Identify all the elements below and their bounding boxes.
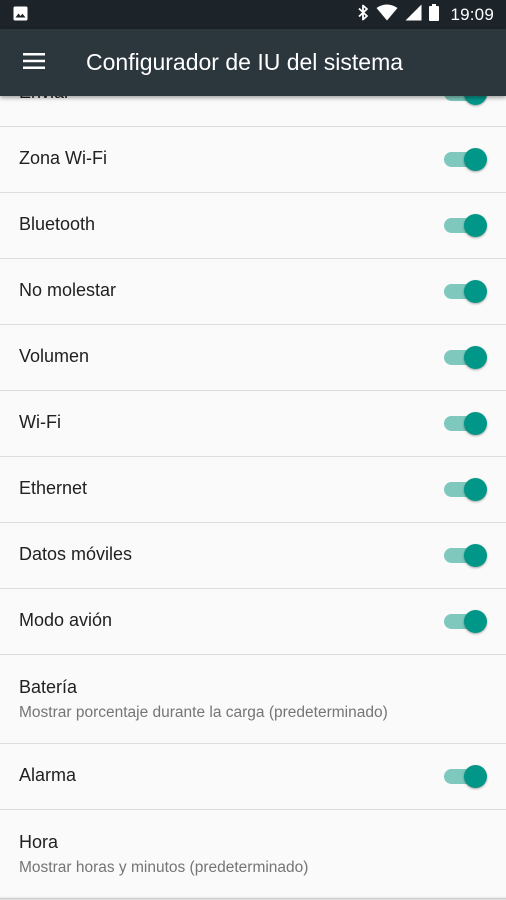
- setting-label: Enviar: [19, 96, 70, 103]
- switch-thumb: [464, 280, 487, 303]
- bluetooth-icon: [358, 4, 369, 26]
- setting-label: Datos móviles: [19, 544, 133, 564]
- setting-row-no-molestar[interactable]: No molestar: [0, 259, 506, 325]
- setting-label: Modo avión: [19, 610, 113, 630]
- setting-label: Hora: [19, 832, 59, 852]
- status-time: 19:09: [450, 4, 494, 24]
- setting-label: Ethernet: [19, 478, 88, 498]
- switch-thumb: [464, 610, 487, 633]
- toggle-switch-zona-wi-fi[interactable]: [444, 148, 487, 172]
- setting-label: Volumen: [19, 346, 90, 366]
- switch-thumb: [464, 544, 487, 567]
- image-notification-icon: [13, 6, 28, 26]
- setting-label: Batería: [19, 677, 78, 697]
- toggle-switch-ethernet[interactable]: [444, 478, 487, 502]
- toggle-switch-enviar[interactable]: [444, 96, 487, 106]
- toggle-switch-volumen[interactable]: [444, 346, 487, 370]
- setting-label: Bluetooth: [19, 214, 96, 234]
- setting-row-hora[interactable]: Hora Mostrar horas y minutos (predetermi…: [0, 810, 506, 899]
- toggle-switch-datos-moviles[interactable]: [444, 544, 487, 568]
- setting-row-wi-fi[interactable]: Wi-Fi: [0, 391, 506, 457]
- setting-row-volumen[interactable]: Volumen: [0, 325, 506, 391]
- switch-thumb: [464, 478, 487, 501]
- setting-label: Zona Wi-Fi: [19, 148, 108, 168]
- setting-label: No molestar: [19, 280, 117, 300]
- setting-label: Alarma: [19, 765, 77, 785]
- setting-row-bluetooth[interactable]: Bluetooth: [0, 193, 506, 259]
- app-bar: Configurador de IU del sistema: [0, 29, 506, 96]
- setting-row-zona-wi-fi[interactable]: Zona Wi-Fi: [0, 127, 506, 193]
- setting-summary: Mostrar porcentaje durante la carga (pre…: [19, 704, 388, 721]
- setting-row-enviar[interactable]: Enviar: [0, 96, 506, 127]
- setting-summary: Mostrar horas y minutos (predeterminado): [19, 859, 309, 876]
- setting-row-bateria[interactable]: Batería Mostrar porcentaje durante la ca…: [0, 655, 506, 744]
- setting-label: Wi-Fi: [19, 412, 61, 432]
- switch-thumb: [464, 214, 487, 237]
- menu-button[interactable]: [10, 39, 58, 87]
- switch-thumb: [464, 765, 487, 788]
- switch-thumb: [464, 412, 487, 435]
- setting-row-modo-avion[interactable]: Modo avión: [0, 589, 506, 655]
- status-bar: 19:09: [0, 0, 506, 29]
- page-title: Configurador de IU del sistema: [86, 49, 404, 75]
- cell-signal-icon: [405, 4, 422, 26]
- toggle-switch-no-molestar[interactable]: [444, 280, 487, 304]
- toggle-switch-bluetooth[interactable]: [444, 214, 487, 238]
- switch-thumb: [464, 148, 487, 171]
- scroll-edge-shadow: [0, 896, 506, 900]
- switch-thumb: [464, 346, 487, 369]
- setting-row-alarma[interactable]: Alarma: [0, 744, 506, 810]
- battery-icon: [429, 3, 440, 26]
- wifi-icon: [376, 4, 398, 26]
- setting-row-ethernet[interactable]: Ethernet: [0, 457, 506, 523]
- toggle-switch-wi-fi[interactable]: [444, 412, 487, 436]
- hamburger-menu-icon: [23, 52, 45, 74]
- switch-thumb: [464, 96, 487, 105]
- settings-list[interactable]: Enviar Zona Wi-Fi Bluetooth No molestar …: [0, 96, 506, 900]
- setting-row-datos-moviles[interactable]: Datos móviles: [0, 523, 506, 589]
- toggle-switch-alarma[interactable]: [444, 765, 487, 789]
- toggle-switch-modo-avion[interactable]: [444, 610, 487, 634]
